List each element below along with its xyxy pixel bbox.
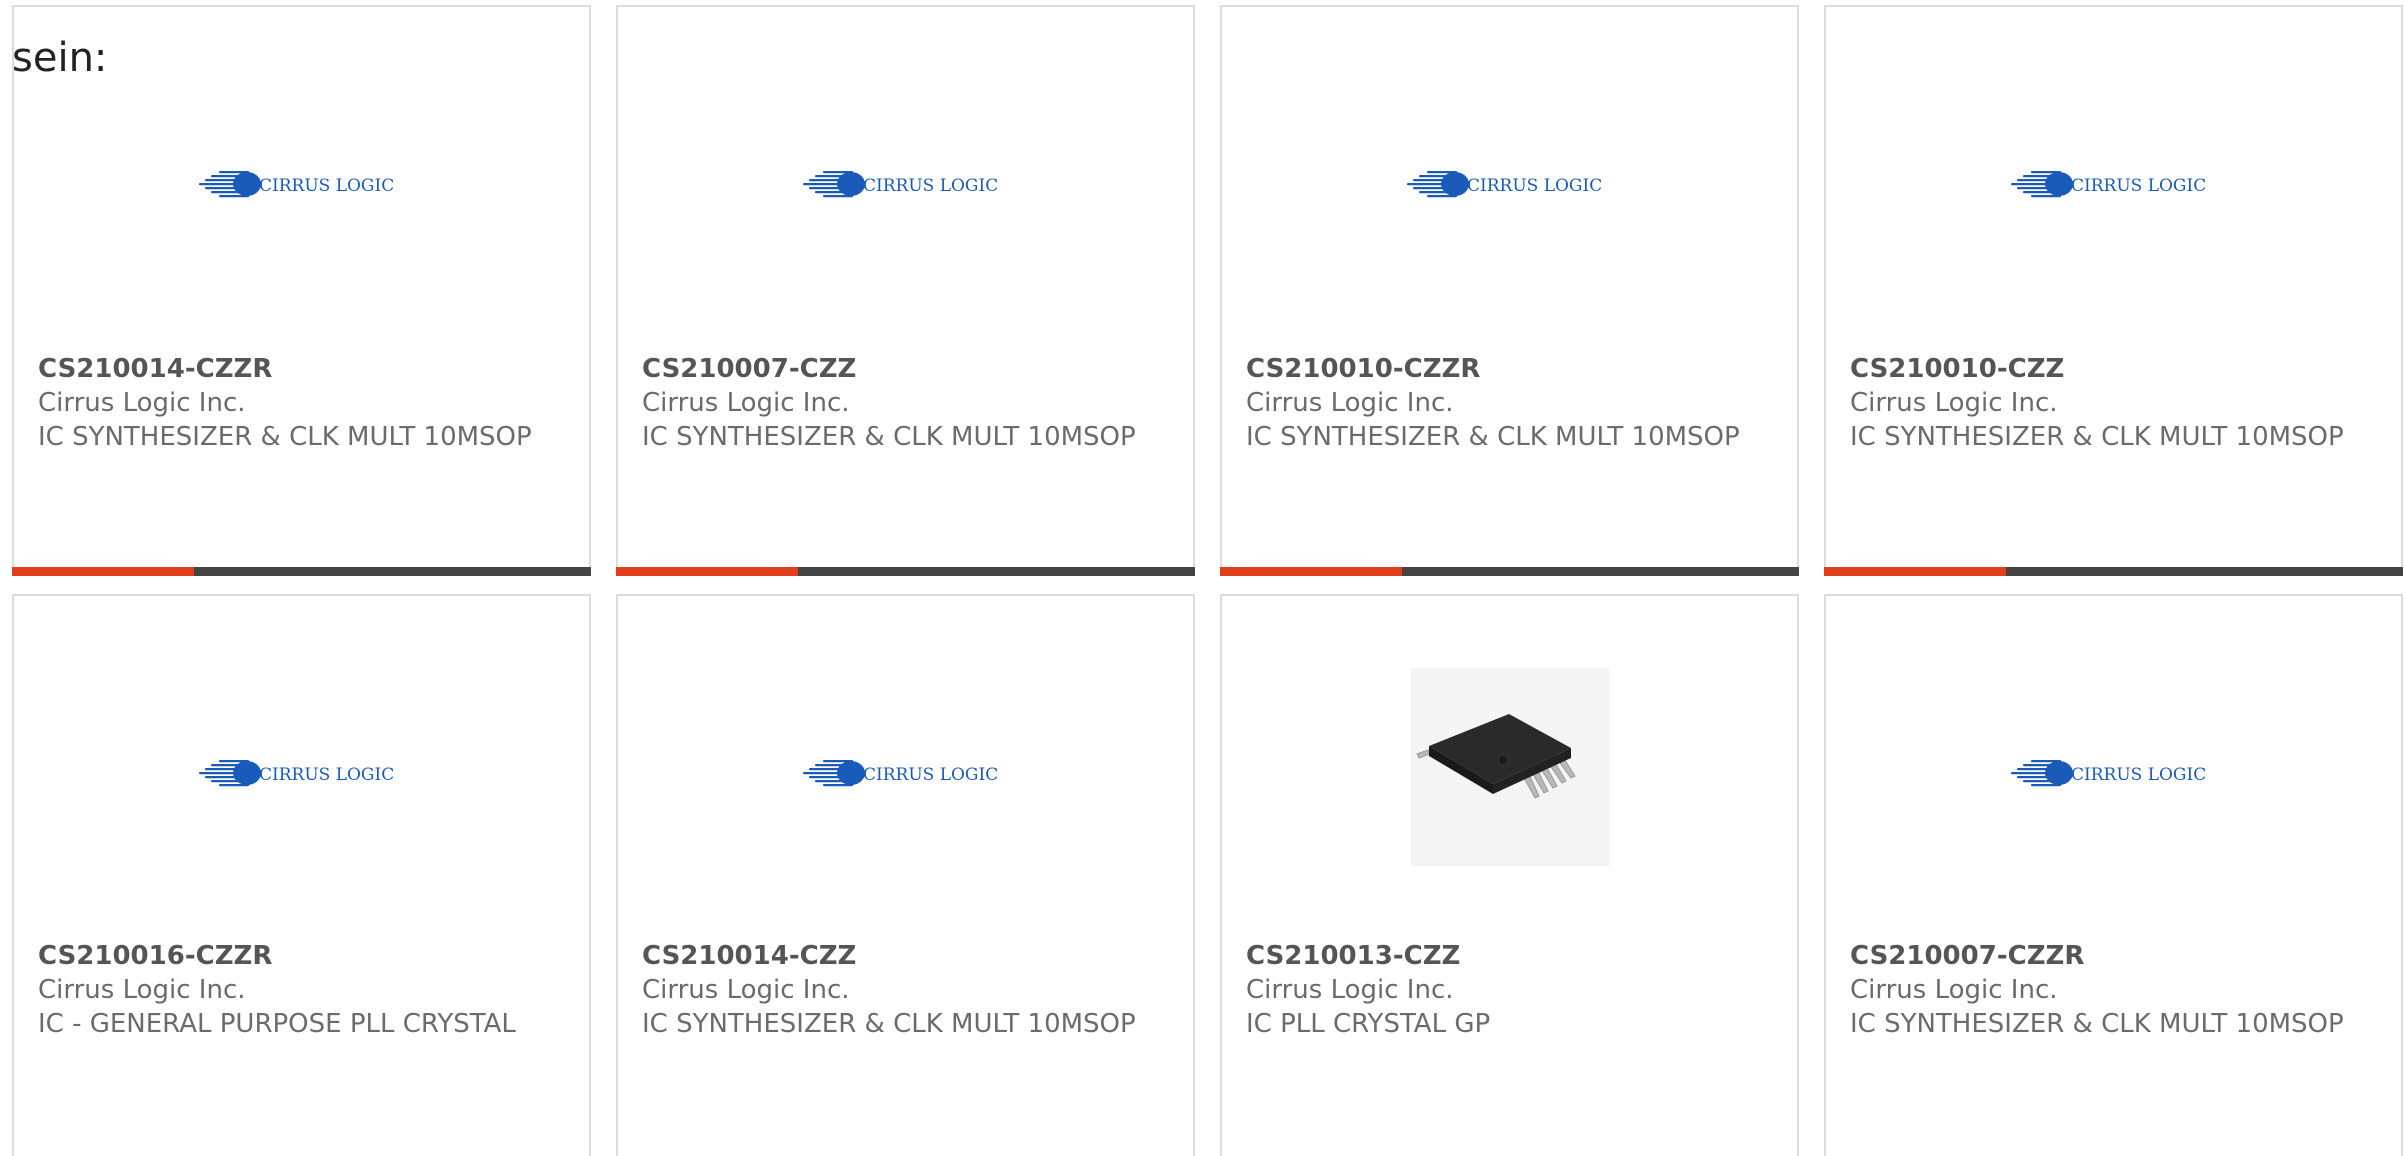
product-card[interactable]: CIRRUS LOGIC CS210014-CZZ Cirrus Logic I…	[616, 594, 1195, 1156]
product-grid-page: sein: CIRRUS LOGIC CS210014-CZZR Cirrus …	[0, 0, 2405, 1156]
manufacturer: Cirrus Logic Inc.	[1850, 975, 2058, 1005]
card-accent-bar	[1824, 567, 2403, 576]
logo-text: CIRRUS LOGIC	[2071, 765, 2206, 785]
lead-text: sein:	[12, 35, 108, 81]
part-number[interactable]: CS210010-CZZR	[1246, 352, 1777, 386]
part-number[interactable]: CS210014-CZZ	[642, 939, 1173, 973]
product-card[interactable]: CS210013-CZZ Cirrus Logic Inc. IC PLL CR…	[1220, 594, 1799, 1156]
msop-chip-photo	[1410, 668, 1609, 866]
logo-text: CIRRUS LOGIC	[863, 765, 998, 785]
manufacturer: Cirrus Logic Inc.	[1246, 975, 1454, 1005]
product-card[interactable]: CIRRUS LOGIC CS210007-CZZ Cirrus Logic I…	[616, 5, 1195, 576]
manufacturer: Cirrus Logic Inc.	[38, 975, 246, 1005]
manufacturer: Cirrus Logic Inc.	[1246, 388, 1454, 418]
card-text: CS210010-CZZ Cirrus Logic Inc. IC SYNTHE…	[1850, 352, 2381, 454]
product-card[interactable]: CIRRUS LOGIC CS210010-CZZ Cirrus Logic I…	[1824, 5, 2403, 576]
description: IC SYNTHESIZER & CLK MULT 10MSOP	[38, 422, 532, 452]
logo-text: CIRRUS LOGIC	[863, 176, 998, 196]
cirrus-logic-logo: CIRRUS LOGIC	[1406, 171, 1602, 198]
cirrus-logic-logo: CIRRUS LOGIC	[2010, 760, 2206, 787]
manufacturer: Cirrus Logic Inc.	[642, 388, 850, 418]
card-text: CS210014-CZZR Cirrus Logic Inc. IC SYNTH…	[38, 352, 569, 454]
cirrus-logic-logo: CIRRUS LOGIC	[198, 171, 394, 198]
cirrus-logic-logo: CIRRUS LOGIC	[802, 171, 998, 198]
logo-text: CIRRUS LOGIC	[2071, 176, 2206, 196]
description: IC SYNTHESIZER & CLK MULT 10MSOP	[1246, 422, 1740, 452]
cirrus-logic-logo: CIRRUS LOGIC	[802, 760, 998, 787]
part-number[interactable]: CS210007-CZZR	[1850, 939, 2381, 973]
manufacturer: Cirrus Logic Inc.	[1850, 388, 2058, 418]
part-number[interactable]: CS210013-CZZ	[1246, 939, 1777, 973]
card-accent-bar	[616, 567, 1195, 576]
card-text: CS210010-CZZR Cirrus Logic Inc. IC SYNTH…	[1246, 352, 1777, 454]
description: IC - GENERAL PURPOSE PLL CRYSTAL	[38, 1009, 516, 1039]
card-text: CS210007-CZZR Cirrus Logic Inc. IC SYNTH…	[1850, 939, 2381, 1041]
card-accent-bar	[1220, 567, 1799, 576]
part-number[interactable]: CS210010-CZZ	[1850, 352, 2381, 386]
description: IC SYNTHESIZER & CLK MULT 10MSOP	[642, 1009, 1136, 1039]
description: IC SYNTHESIZER & CLK MULT 10MSOP	[642, 422, 1136, 452]
cirrus-logic-logo: CIRRUS LOGIC	[2010, 171, 2206, 198]
product-card[interactable]: CIRRUS LOGIC CS210007-CZZR Cirrus Logic …	[1824, 594, 2403, 1156]
product-card[interactable]: CIRRUS LOGIC CS210010-CZZR Cirrus Logic …	[1220, 5, 1799, 576]
manufacturer: Cirrus Logic Inc.	[642, 975, 850, 1005]
card-text: CS210013-CZZ Cirrus Logic Inc. IC PLL CR…	[1246, 939, 1777, 1041]
product-card[interactable]: CIRRUS LOGIC CS210014-CZZR Cirrus Logic …	[12, 5, 591, 576]
logo-text: CIRRUS LOGIC	[1467, 176, 1602, 196]
cirrus-logic-logo: CIRRUS LOGIC	[198, 760, 394, 787]
logo-text: CIRRUS LOGIC	[259, 765, 394, 785]
part-number[interactable]: CS210014-CZZR	[38, 352, 569, 386]
card-text: CS210014-CZZ Cirrus Logic Inc. IC SYNTHE…	[642, 939, 1173, 1041]
description: IC SYNTHESIZER & CLK MULT 10MSOP	[1850, 1009, 2344, 1039]
description: IC SYNTHESIZER & CLK MULT 10MSOP	[1850, 422, 2344, 452]
card-accent-bar	[12, 567, 591, 576]
card-text: CS210016-CZZR Cirrus Logic Inc. IC - GEN…	[38, 939, 569, 1041]
part-number[interactable]: CS210016-CZZR	[38, 939, 569, 973]
card-text: CS210007-CZZ Cirrus Logic Inc. IC SYNTHE…	[642, 352, 1173, 454]
product-card[interactable]: CIRRUS LOGIC CS210016-CZZR Cirrus Logic …	[12, 594, 591, 1156]
description: IC PLL CRYSTAL GP	[1246, 1009, 1491, 1039]
part-number[interactable]: CS210007-CZZ	[642, 352, 1173, 386]
logo-text: CIRRUS LOGIC	[259, 176, 394, 196]
manufacturer: Cirrus Logic Inc.	[38, 388, 246, 418]
